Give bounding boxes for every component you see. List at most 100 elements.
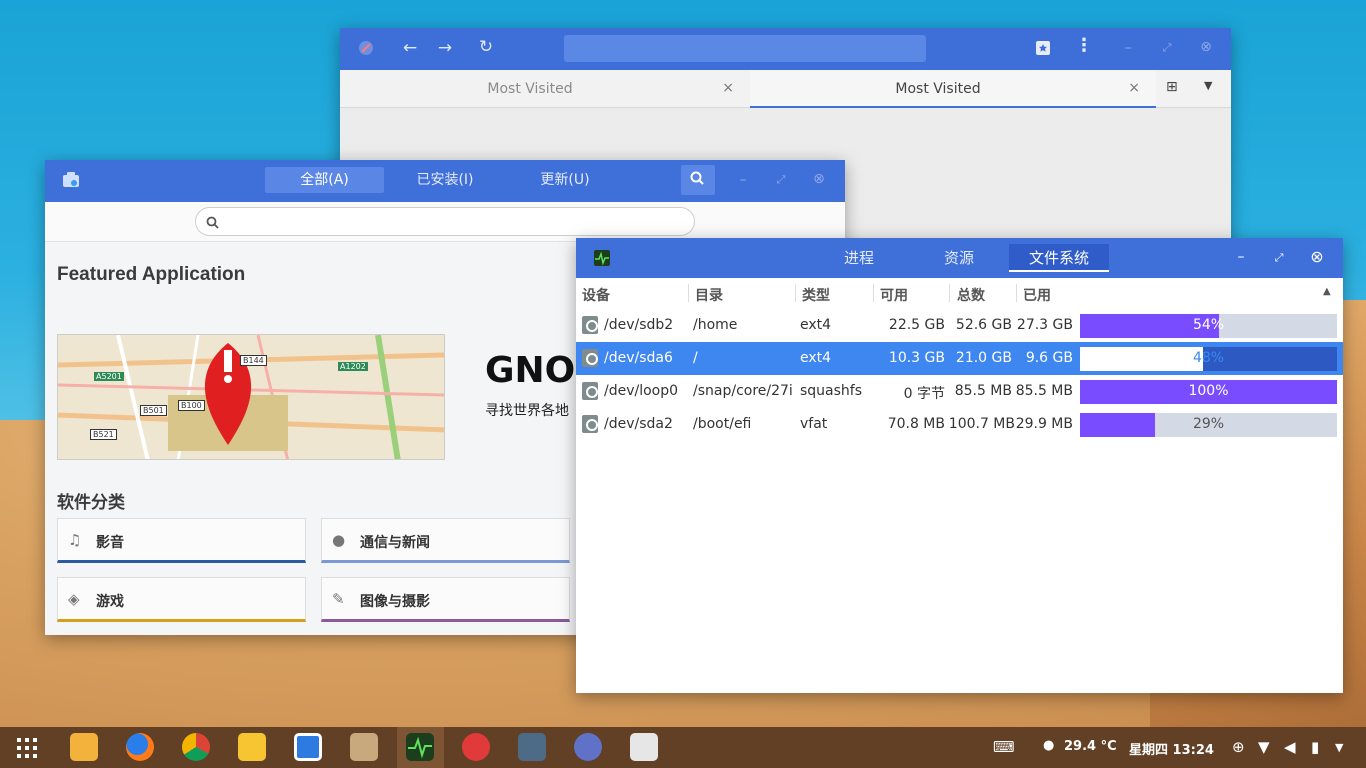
category-audio-video[interactable]: ♫ 影音	[57, 518, 306, 563]
drive-icon	[582, 415, 598, 433]
column-separator	[688, 284, 689, 302]
categories-heading: 软件分类	[57, 493, 125, 513]
close-icon[interactable]: ⊗	[1196, 39, 1216, 55]
directory-cell: /	[693, 350, 698, 366]
tab-filesystems[interactable]: 文件系统	[1009, 244, 1109, 272]
tab-close-icon[interactable]: ×	[722, 80, 734, 96]
table-row[interactable]: /dev/loop0 /snap/core/27i squashfs 0 字节 …	[576, 375, 1343, 408]
netease-music-icon[interactable]	[462, 733, 490, 761]
free-cell: 22.5 GB	[888, 317, 945, 333]
new-tab-icon[interactable]: ⊞	[1166, 79, 1178, 95]
map-image: A5201 B144 A1202 B501 B100 B521	[57, 334, 445, 460]
clock[interactable]: 星期四 13:24	[1129, 739, 1214, 758]
chrome-icon[interactable]	[182, 733, 210, 761]
free-cell: 0 字节	[903, 386, 945, 402]
tab-installed[interactable]: 已安装(I)	[385, 167, 505, 193]
free-cell: 10.3 GB	[888, 350, 945, 366]
drive-icon	[582, 349, 598, 367]
category-games[interactable]: ◈ 游戏	[57, 577, 306, 622]
table-row[interactable]: /dev/sdb2 /home ext4 22.5 GB 52.6 GB 27.…	[576, 309, 1343, 342]
address-bar[interactable]	[564, 35, 926, 62]
map-road-label: A5201	[94, 372, 124, 381]
column-separator	[873, 284, 874, 302]
wifi-icon[interactable]: ▼	[1258, 738, 1270, 756]
tab-processes[interactable]: 进程	[819, 244, 899, 272]
column-free[interactable]: 可用	[880, 285, 908, 305]
device-cell: /dev/loop0	[604, 383, 679, 399]
bookmark-icon[interactable]	[1033, 40, 1053, 60]
device-cell: /dev/sda6	[604, 350, 673, 366]
column-type[interactable]: 类型	[802, 285, 830, 305]
directory-cell: /snap/core/27i	[693, 383, 793, 399]
menu-icon[interactable]: ⋮	[1074, 37, 1094, 55]
device-cell: /dev/sda2	[604, 416, 673, 432]
mail-icon[interactable]	[238, 733, 266, 761]
person-icon: ●	[332, 531, 346, 549]
editor-icon[interactable]	[294, 733, 322, 761]
used-cell: 9.6 GB	[1025, 350, 1073, 366]
settings-icon[interactable]	[518, 733, 546, 761]
maximize-icon[interactable]: ⤢	[1269, 250, 1289, 266]
back-icon[interactable]: ←	[400, 40, 420, 57]
chevron-down-icon[interactable]: ▼	[1335, 741, 1343, 754]
directory-cell: /boot/efi	[693, 416, 752, 432]
drive-icon	[582, 382, 598, 400]
column-used[interactable]: 已用	[1023, 285, 1051, 305]
files-icon[interactable]	[70, 733, 98, 761]
close-icon[interactable]: ⊗	[809, 171, 829, 187]
volume-icon[interactable]: ◀	[1284, 738, 1296, 756]
search-icon	[206, 214, 219, 233]
folder-icon[interactable]	[350, 733, 378, 761]
forward-icon[interactable]: →	[435, 40, 455, 57]
battery-icon[interactable]: ▮	[1311, 738, 1319, 756]
tab-close-icon[interactable]: ×	[1128, 80, 1140, 96]
software-titlebar: 全部(A) 已安装(I) 更新(U) – ⤢ ⊗	[45, 160, 845, 202]
minimize-icon[interactable]: –	[1231, 249, 1251, 265]
category-graphics[interactable]: ✎ 图像与摄影	[321, 577, 570, 622]
tab-resources[interactable]: 资源	[919, 244, 999, 272]
reload-icon[interactable]: ↻	[476, 39, 496, 56]
column-total[interactable]: 总数	[957, 285, 985, 305]
table-header: 设备 目录 类型 可用 总数 已用 ▲	[576, 278, 1343, 308]
column-device[interactable]: 设备	[582, 285, 610, 305]
type-cell: ext4	[800, 317, 832, 333]
location-icon[interactable]: ⊕	[1232, 738, 1245, 756]
gamepad-icon: ◈	[68, 590, 80, 608]
browser-tab[interactable]: Most Visited ×	[340, 70, 750, 108]
minimize-icon[interactable]: –	[1118, 40, 1138, 56]
browser-tab-active[interactable]: Most Visited ×	[750, 70, 1156, 108]
usage-percent: 29%	[1192, 416, 1225, 432]
sort-ascending-icon[interactable]: ▲	[1323, 286, 1331, 297]
search-input[interactable]	[195, 207, 695, 236]
table-row-selected[interactable]: /dev/sda6 / ext4 10.3 GB 21.0 GB 9.6 GB …	[576, 342, 1343, 375]
category-label: 影音	[96, 535, 124, 551]
type-cell: ext4	[800, 350, 832, 366]
category-label: 图像与摄影	[360, 594, 430, 610]
drive-icon	[582, 316, 598, 334]
maximize-icon[interactable]: ⤢	[771, 172, 791, 188]
tab-list-chevron-down-icon[interactable]: ▼	[1204, 79, 1212, 92]
tab-updates[interactable]: 更新(U)	[505, 167, 625, 193]
tab-label: Most Visited	[895, 81, 981, 97]
maximize-icon[interactable]: ⤢	[1157, 40, 1177, 56]
system-monitor-window: 进程 资源 文件系统 – ⤢ ⊗ 设备 目录 类型 可用 总数 已用 ▲ /de…	[576, 238, 1343, 693]
palette-icon: ✎	[332, 590, 345, 608]
tab-actions: ⊞ ▼	[1156, 70, 1231, 108]
app-grid-icon[interactable]	[16, 737, 38, 763]
tab-all[interactable]: 全部(A)	[265, 167, 384, 193]
minimize-icon[interactable]: –	[733, 172, 753, 188]
table-row[interactable]: /dev/sda2 /boot/efi vfat 70.8 MB 100.7 M…	[576, 408, 1343, 441]
featured-banner[interactable]: A5201 B144 A1202 B501 B100 B521 GNOM 寻找世…	[57, 334, 611, 460]
system-monitor-icon[interactable]	[406, 733, 434, 761]
keyboard-icon[interactable]: ⌨	[993, 738, 1015, 756]
close-icon[interactable]: ⊗	[1307, 249, 1327, 265]
compass-icon[interactable]	[574, 733, 602, 761]
system-monitor-icon	[594, 250, 610, 270]
search-button[interactable]	[681, 165, 715, 195]
category-communication[interactable]: ● 通信与新闻	[321, 518, 570, 563]
store-icon[interactable]	[630, 733, 658, 761]
temperature[interactable]: 29.4 °C	[1064, 739, 1117, 754]
browser-logo-icon	[356, 40, 376, 60]
firefox-icon[interactable]	[126, 733, 154, 761]
column-directory[interactable]: 目录	[695, 285, 723, 305]
